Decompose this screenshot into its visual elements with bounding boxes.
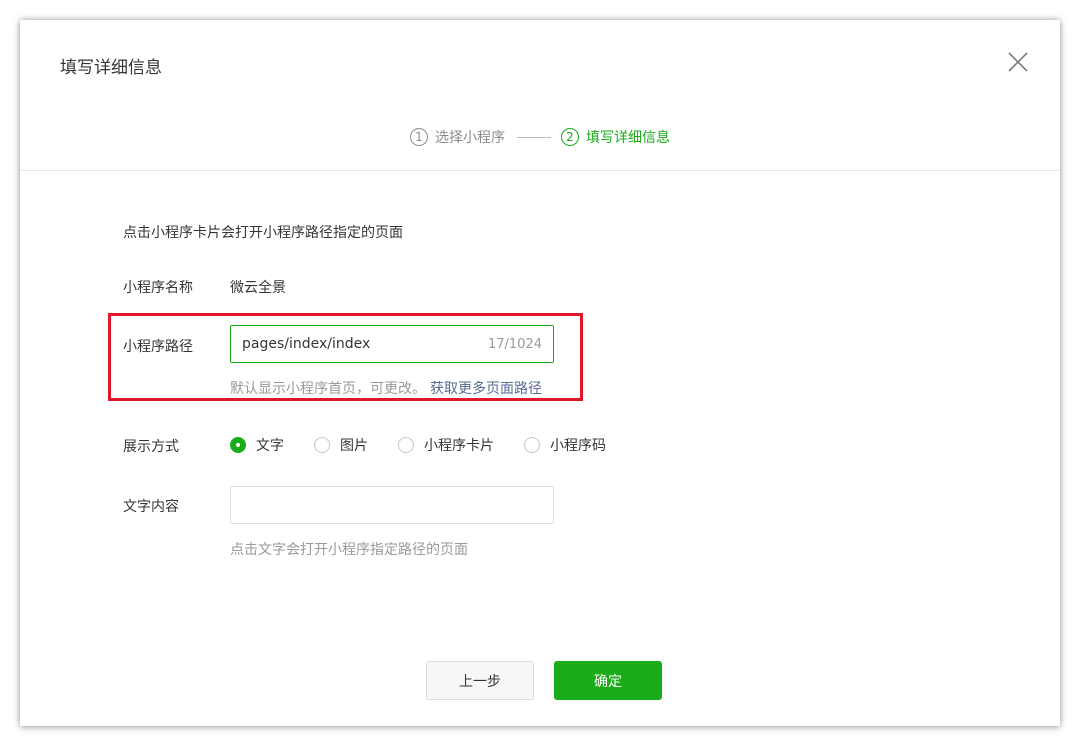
dialog-title: 填写详细信息 [60,58,162,78]
char-count: 17/1024 [487,336,542,352]
header-divider [20,170,1060,171]
radio-dot [524,437,540,453]
display-label: 展示方式 [123,439,179,455]
step-connector [517,136,551,138]
confirm-button[interactable]: 确定 [554,661,662,700]
radio-label: 文字 [256,438,284,454]
path-hint-text: 默认显示小程序首页，可更改。 [230,381,426,397]
radio-dot [398,437,414,453]
step-indicator: 1 选择小程序 2 填写详细信息 [20,124,1060,150]
name-label: 小程序名称 [123,280,193,296]
text-content-label: 文字内容 [123,499,179,515]
step-select-miniprogram: 1 选择小程序 [410,127,505,147]
radio-label: 小程序码 [550,438,606,454]
radio-card[interactable]: 小程序卡片 [398,435,494,455]
path-hint: 默认显示小程序首页，可更改。 获取更多页面路径 [230,378,542,398]
radio-dot [230,437,246,453]
step-number: 1 [410,128,428,146]
radio-code[interactable]: 小程序码 [524,435,606,455]
card-hint: 点击小程序卡片会打开小程序路径指定的页面 [123,225,403,241]
step-label: 填写详细信息 [586,130,670,146]
step-label: 选择小程序 [435,130,505,146]
step-number: 2 [561,128,579,146]
path-input[interactable]: pages/index/index 17/1024 [230,325,554,363]
radio-label: 小程序卡片 [424,438,494,454]
name-value: 微云全景 [230,280,286,296]
more-paths-link[interactable]: 获取更多页面路径 [430,381,542,397]
radio-image[interactable]: 图片 [314,435,368,455]
dialog: 填写详细信息 1 选择小程序 2 填写详细信息 点击小程序卡片会打开小程序路径指… [20,20,1060,726]
prev-step-button[interactable]: 上一步 [426,661,534,700]
step-fill-details: 2 填写详细信息 [561,127,670,147]
radio-text[interactable]: 文字 [230,435,284,455]
close-icon[interactable] [1006,50,1030,74]
path-input-value: pages/index/index [242,336,371,352]
display-radio-group: 文字 图片 小程序卡片 小程序码 [230,435,636,455]
radio-label: 图片 [340,438,368,454]
text-content-input[interactable] [230,486,554,524]
radio-dot [314,437,330,453]
path-label: 小程序路径 [123,339,193,355]
text-content-hint: 点击文字会打开小程序指定路径的页面 [230,542,468,558]
